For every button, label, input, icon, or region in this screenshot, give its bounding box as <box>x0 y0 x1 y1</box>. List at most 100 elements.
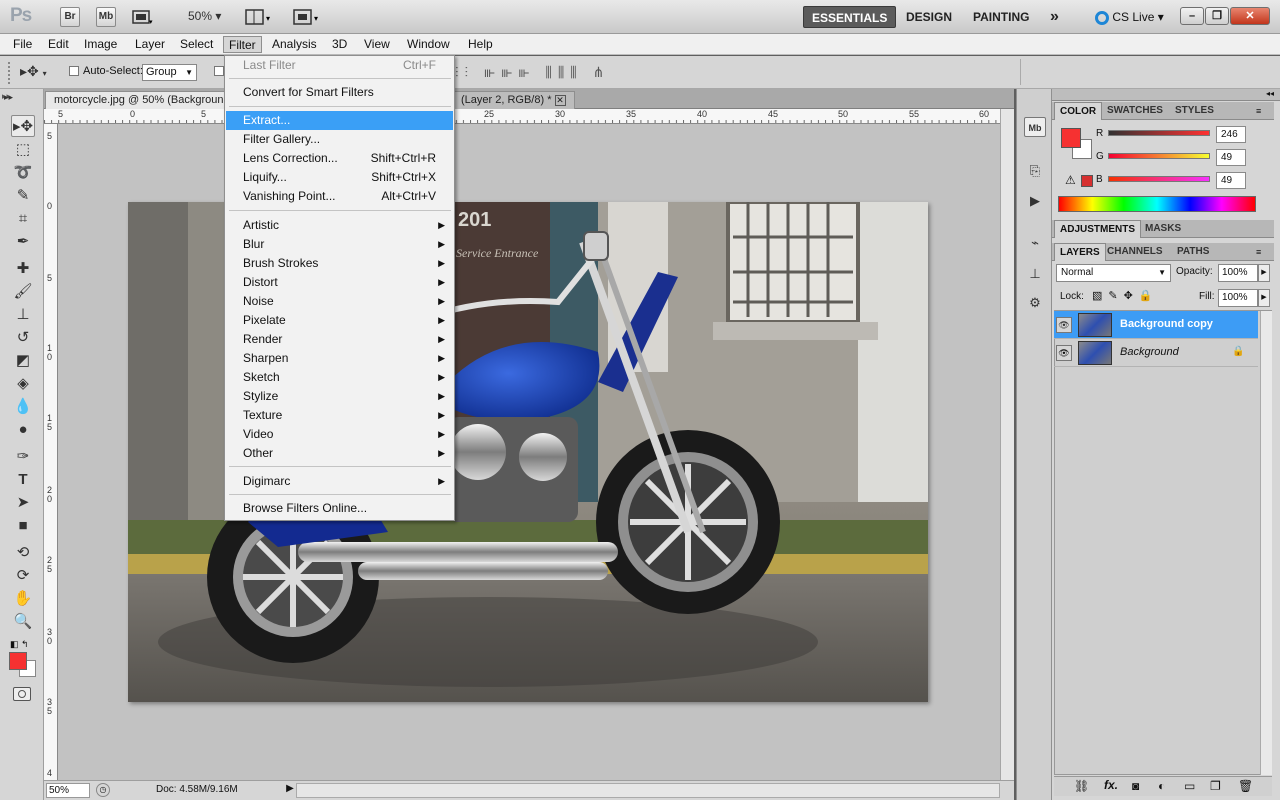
healing-brush-tool[interactable]: ✚ <box>11 258 35 280</box>
workspace-design[interactable]: DESIGN <box>898 6 960 28</box>
gamut-warning-icon[interactable]: ⚠ <box>1065 173 1076 187</box>
trash-icon[interactable]: 🗑 <box>1238 779 1253 793</box>
3d-rotate-tool[interactable]: ⟲ <box>11 542 35 564</box>
fill-arrow-icon[interactable]: ▶ <box>1258 289 1270 307</box>
menu-filter[interactable]: Filter <box>223 36 262 53</box>
tab-swatches[interactable]: SWATCHES <box>1102 102 1168 120</box>
color-foreground-swatch[interactable] <box>1061 128 1081 148</box>
menu-file[interactable]: File <box>8 36 37 53</box>
menu-item-convert-smart-filters[interactable]: Convert for Smart Filters <box>226 83 453 102</box>
arrange-documents-button[interactable]: ▾ <box>245 8 273 26</box>
tool-presets-panel-button[interactable]: ⚙ <box>1024 293 1046 313</box>
menu-item-stylize[interactable]: Stylize ▶ <box>226 387 453 406</box>
type-tool[interactable]: T <box>11 469 35 491</box>
r-slider[interactable] <box>1108 130 1210 136</box>
expand-panels-icon[interactable]: ◂◂ <box>1266 89 1274 98</box>
quick-select-tool[interactable]: ✎ <box>11 185 35 207</box>
gamut-color-swatch[interactable] <box>1081 175 1093 187</box>
move-tool-preset-button[interactable]: ▸✥ ▾ <box>20 63 47 80</box>
menu-analysis[interactable]: Analysis <box>267 36 322 53</box>
zoom-tool[interactable]: 🔍 <box>11 611 35 633</box>
align-buttons[interactable]: ⫶⫶ ⊪⊪⊪ ⫼⫼⫼ ⋔ <box>455 64 610 81</box>
color-spectrum-bar[interactable] <box>1058 196 1256 212</box>
quick-mask-button[interactable] <box>13 687 31 701</box>
menu-item-sharpen[interactable]: Sharpen ▶ <box>226 349 453 368</box>
foreground-color-swatch[interactable] <box>9 652 27 670</box>
opacity-field[interactable]: 100% <box>1218 264 1258 282</box>
status-menu-arrow-icon[interactable]: ▶ <box>284 783 296 798</box>
marquee-tool[interactable]: ⬚ <box>11 139 35 161</box>
cs-live-button[interactable]: CS Live ▾ <box>1095 8 1164 26</box>
menu-item-sketch[interactable]: Sketch ▶ <box>226 368 453 387</box>
brush-panel-button[interactable]: ⌁ <box>1024 233 1046 253</box>
tab-motorcycle[interactable]: motorcycle.jpg @ 50% (Background <box>45 91 225 109</box>
tab-masks[interactable]: MASKS <box>1140 220 1186 238</box>
opacity-arrow-icon[interactable]: ▶ <box>1258 264 1270 282</box>
zoom-level[interactable]: 50% ▾ <box>188 9 221 23</box>
menu-item-lens-correction[interactable]: Lens Correction... Shift+Ctrl+R <box>226 149 453 168</box>
workspace-essentials[interactable]: ESSENTIALS <box>803 6 897 28</box>
hand-tool[interactable]: ✋ <box>11 588 35 610</box>
menu-item-video[interactable]: Video ▶ <box>226 425 453 444</box>
lasso-tool[interactable]: ➰ <box>11 162 35 184</box>
auto-select-dropdown[interactable]: Group ▼ <box>142 64 197 81</box>
visibility-eye-icon[interactable]: 👁 <box>1056 345 1072 361</box>
blur-tool[interactable]: 💧 <box>11 396 35 418</box>
menu-view[interactable]: View <box>359 36 395 53</box>
layer-style-icon[interactable]: fx. <box>1104 778 1118 792</box>
blend-mode-dropdown[interactable]: Normal ▼ <box>1056 264 1171 282</box>
close-button[interactable]: ✕ <box>1230 7 1270 25</box>
eraser-tool[interactable]: ◩ <box>11 350 35 372</box>
menu-select[interactable]: Select <box>175 36 218 53</box>
more-workspaces-button[interactable]: » <box>1042 6 1067 28</box>
status-zoom-field[interactable]: 50% <box>46 783 90 798</box>
menu-item-other[interactable]: Other ▶ <box>226 444 453 463</box>
vertical-scrollbar[interactable] <box>1000 109 1014 780</box>
layer-row-background[interactable]: 👁 Background 🔒 <box>1054 339 1258 367</box>
close-tab-icon[interactable]: ✕ <box>554 95 566 106</box>
show-transform-checkbox[interactable] <box>214 66 224 76</box>
clone-source-panel-button[interactable]: ⊥ <box>1024 264 1046 284</box>
menu-window[interactable]: Window <box>402 36 455 53</box>
view-extras-button[interactable]: ▾ <box>131 8 153 26</box>
r-value[interactable]: 246 <box>1216 126 1246 143</box>
status-info-icon[interactable]: ◷ <box>96 783 110 797</box>
screen-mode-button[interactable]: ▾ <box>293 8 321 26</box>
eyedropper-tool[interactable]: ✒ <box>11 231 35 253</box>
clone-stamp-tool[interactable]: ⊥ <box>11 304 35 326</box>
menu-help[interactable]: Help <box>463 36 498 53</box>
b-value[interactable]: 49 <box>1216 172 1246 189</box>
g-slider[interactable] <box>1108 153 1210 159</box>
paint-bucket-tool[interactable]: ◈ <box>11 373 35 395</box>
layer-name[interactable]: Background copy <box>1120 318 1213 330</box>
brush-tool[interactable]: 🖌 <box>11 281 35 303</box>
tab-styles[interactable]: STYLES <box>1170 102 1219 120</box>
menu-item-vanishing-point[interactable]: Vanishing Point... Alt+Ctrl+V <box>226 187 453 206</box>
layers-panel-menu-icon[interactable]: ≡ <box>1256 247 1261 257</box>
options-grip[interactable] <box>8 62 14 84</box>
tab-paths[interactable]: PATHS <box>1172 243 1214 261</box>
bridge-button[interactable]: Br <box>60 7 80 27</box>
auto-select-checkbox[interactable] <box>69 66 79 76</box>
link-layers-icon[interactable]: ⛓ <box>1074 779 1089 793</box>
history-brush-tool[interactable]: ↺ <box>11 327 35 349</box>
actions-panel-button[interactable]: ▶ <box>1024 191 1046 211</box>
workspace-painting[interactable]: PAINTING <box>965 6 1037 28</box>
fill-field[interactable]: 100% <box>1218 289 1258 307</box>
adjustment-layer-icon[interactable]: ◐ <box>1158 779 1165 793</box>
menu-item-pixelate[interactable]: Pixelate ▶ <box>226 311 453 330</box>
mini-bridge-panel-button[interactable]: Mb <box>1024 117 1046 137</box>
tab-layer2[interactable]: (Layer 2, RGB/8) * ✕ <box>453 91 575 109</box>
menu-item-browse-filters-online[interactable]: Browse Filters Online... <box>226 499 453 518</box>
menu-item-liquify[interactable]: Liquify... Shift+Ctrl+X <box>226 168 453 187</box>
move-tool[interactable]: ▸✥ <box>11 115 35 137</box>
tab-adjustments[interactable]: ADJUSTMENTS <box>1054 220 1142 238</box>
lock-buttons[interactable]: ▧✎✥🔒 <box>1092 289 1159 302</box>
dodge-tool[interactable]: ● <box>11 419 35 441</box>
g-value[interactable]: 49 <box>1216 149 1246 166</box>
menu-item-distort[interactable]: Distort ▶ <box>226 273 453 292</box>
menu-item-render[interactable]: Render ▶ <box>226 330 453 349</box>
new-layer-icon[interactable]: ❐ <box>1210 779 1221 793</box>
menu-item-artistic[interactable]: Artistic ▶ <box>226 216 453 235</box>
layer-name[interactable]: Background <box>1120 346 1179 358</box>
